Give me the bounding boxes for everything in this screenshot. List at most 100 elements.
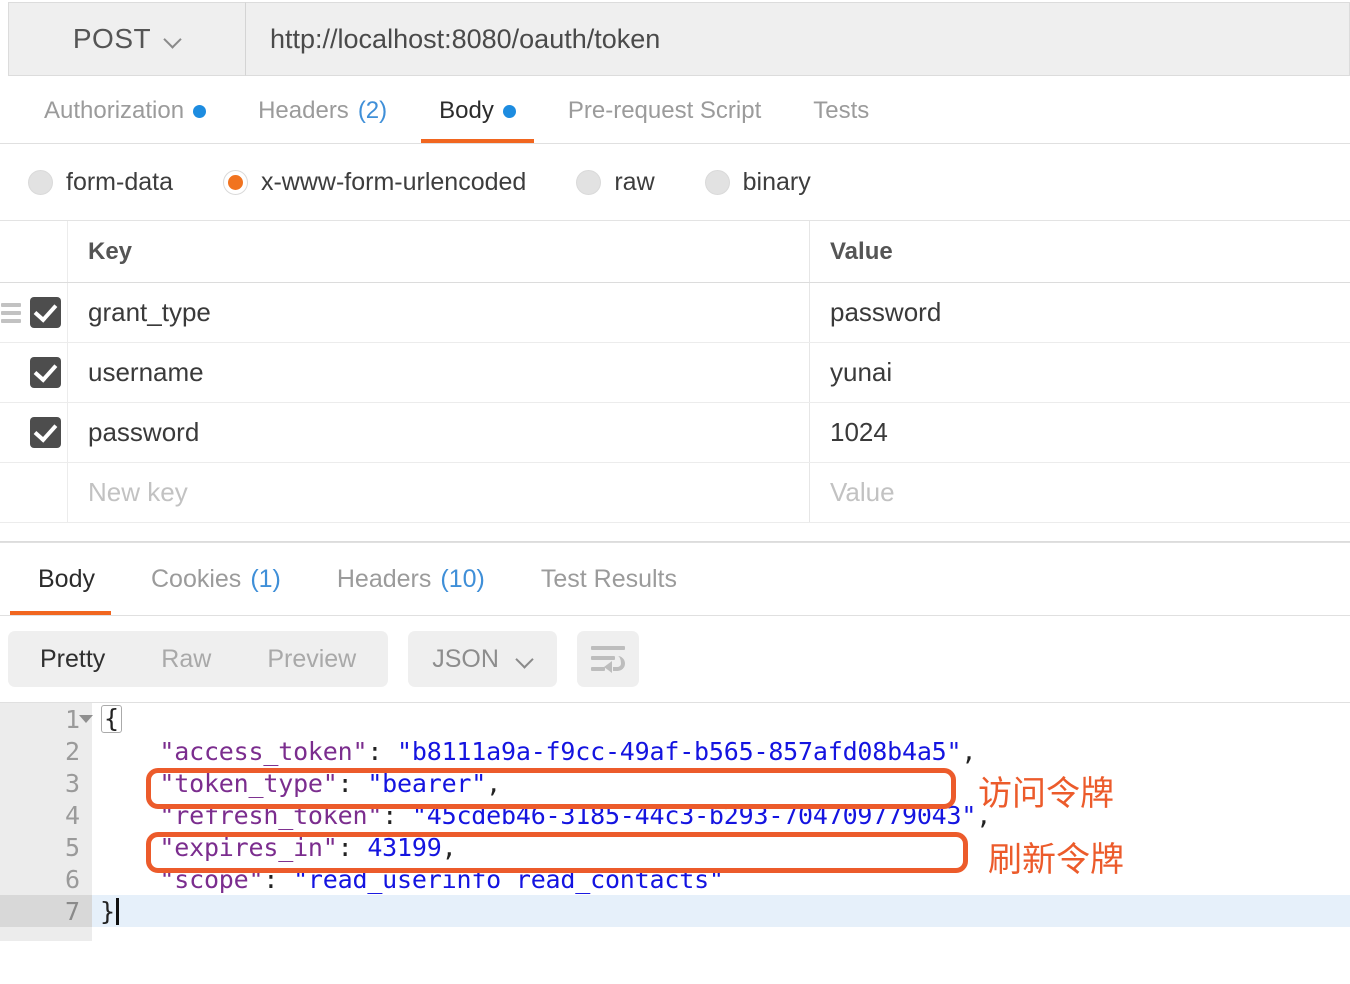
row-value-cell[interactable]: password [810, 283, 1350, 342]
radio-raw[interactable]: raw [576, 168, 654, 197]
request-tabs: Authorization Headers (2) Body Pre-reque… [0, 78, 1350, 144]
view-mode-preview[interactable]: Preview [239, 645, 384, 674]
chevron-down-icon [517, 651, 533, 667]
row-controls [0, 343, 68, 402]
request-url-bar: POST http://localhost:8080/oauth/token [0, 0, 1350, 78]
response-tab-test-results[interactable]: Test Results [513, 543, 705, 615]
response-tab-body[interactable]: Body [10, 543, 123, 615]
colon: : [338, 833, 368, 862]
json-key-scope: "scope" [159, 865, 263, 894]
json-key-token-type: "token_type" [159, 769, 337, 798]
row-controls [0, 283, 68, 342]
new-value-placeholder: Value [830, 477, 895, 508]
view-mode-raw[interactable]: Raw [133, 645, 239, 674]
row-checkbox[interactable] [30, 297, 61, 328]
http-method-label: POST [73, 23, 151, 55]
comma: , [442, 833, 457, 862]
code-line-2: "access_token": "b8111a9a-f9cc-49af-b565… [92, 735, 1350, 767]
request-url-input[interactable]: http://localhost:8080/oauth/token [246, 2, 1350, 76]
radio-x-www-form-urlencoded[interactable]: x-www-form-urlencoded [223, 168, 526, 197]
line-number-text: 2 [65, 737, 80, 766]
response-tab-body-label: Body [38, 565, 95, 594]
line-number: 6 [0, 863, 92, 895]
table-row[interactable]: grant_type password [0, 283, 1350, 343]
tab-pre-request-script[interactable]: Pre-request Script [542, 79, 787, 143]
radio-icon [705, 170, 730, 195]
chevron-down-icon [165, 31, 181, 47]
row-key-text: username [88, 357, 204, 388]
new-value-input[interactable]: Value [810, 463, 1350, 522]
drag-handle-icon[interactable] [1, 303, 21, 323]
json-value-expires-in: 43199 [367, 833, 441, 862]
annotation-refresh-token: 刷新令牌 [988, 832, 1124, 881]
line-number-text: 6 [65, 865, 80, 894]
spacer-handle [0, 523, 68, 541]
view-mode-pretty[interactable]: Pretty [12, 645, 133, 674]
row-key-cell[interactable]: password [68, 403, 810, 462]
new-key-placeholder: New key [88, 477, 188, 508]
http-method-selector[interactable]: POST [8, 2, 246, 76]
row-key-cell[interactable]: username [68, 343, 810, 402]
table-header-value-cell: Value [810, 221, 1350, 282]
radio-selected-icon [223, 170, 248, 195]
radio-form-data-label: form-data [66, 168, 173, 197]
code-content: { "access_token": "b8111a9a-f9cc-49af-b5… [92, 703, 1350, 941]
table-row[interactable]: password 1024 [0, 403, 1350, 463]
radio-icon [28, 170, 53, 195]
table-row[interactable]: username yunai [0, 343, 1350, 403]
row-checkbox[interactable] [30, 357, 61, 388]
form-params-table: Key Value grant_type password usern [0, 221, 1350, 542]
tab-headers[interactable]: Headers (2) [232, 79, 413, 143]
blue-dot-icon [503, 105, 516, 118]
tab-tests[interactable]: Tests [787, 79, 895, 143]
comma: , [486, 769, 501, 798]
line-number: 3 [0, 767, 92, 799]
line-number-text: 4 [65, 801, 80, 830]
colon: : [382, 801, 412, 830]
row-key-text: grant_type [88, 297, 211, 328]
line-number: 5 [0, 831, 92, 863]
radio-form-data[interactable]: form-data [28, 168, 173, 197]
row-value-cell[interactable]: yunai [810, 343, 1350, 402]
json-value-access-token: "b8111a9a-f9cc-49af-b565-857afd08b4a5" [397, 737, 961, 766]
tab-headers-label: Headers [258, 97, 349, 125]
response-tab-headers[interactable]: Headers (10) [309, 543, 513, 615]
response-tab-test-results-label: Test Results [541, 565, 677, 594]
line-number-gutter: 1 2 3 4 5 6 7 [0, 703, 92, 941]
radio-binary[interactable]: binary [705, 168, 811, 197]
spacer-value [810, 523, 1350, 541]
row-checkbox[interactable] [30, 417, 61, 448]
line-number-text: 1 [65, 705, 80, 734]
response-format-label: JSON [432, 645, 499, 674]
row-key-cell[interactable]: grant_type [68, 283, 810, 342]
code-line-4: "refresh_token": "45cdeb46-3185-44c3-b29… [92, 799, 1350, 831]
response-tab-cookies[interactable]: Cookies (1) [123, 543, 309, 615]
fold-arrow-icon[interactable] [79, 715, 93, 723]
row-value-text: yunai [830, 357, 892, 388]
json-key-expires-in: "expires_in" [159, 833, 337, 862]
response-view-toolbar: Pretty Raw Preview JSON [0, 616, 1350, 702]
radio-x-www-form-urlencoded-label: x-www-form-urlencoded [261, 168, 526, 197]
line-number: 7 [0, 895, 92, 927]
line-number-text: 3 [65, 769, 80, 798]
radio-icon [576, 170, 601, 195]
colon: : [367, 737, 397, 766]
row-value-cell[interactable]: 1024 [810, 403, 1350, 462]
response-tab-cookies-label: Cookies [151, 565, 241, 594]
response-tab-headers-count: (10) [440, 565, 484, 594]
code-line-3: "token_type": "bearer", [92, 767, 1350, 799]
new-key-input[interactable]: New key [68, 463, 810, 522]
response-format-selector[interactable]: JSON [408, 631, 557, 687]
wrap-text-button[interactable] [577, 631, 639, 687]
tab-body[interactable]: Body [413, 79, 542, 143]
spacer-key [68, 523, 810, 541]
table-new-row[interactable]: New key Value [0, 463, 1350, 523]
tab-authorization[interactable]: Authorization [18, 79, 232, 143]
blue-dot-icon [193, 105, 206, 118]
tab-headers-count: (2) [358, 97, 387, 125]
response-body-code-viewer[interactable]: 1 2 3 4 5 6 7 { "access_token": "b8111a9… [0, 702, 1350, 941]
column-header-value: Value [830, 238, 893, 266]
response-tabs: Body Cookies (1) Headers (10) Test Resul… [0, 542, 1350, 616]
code-line-7: } [92, 895, 1350, 927]
row-controls [0, 463, 68, 522]
